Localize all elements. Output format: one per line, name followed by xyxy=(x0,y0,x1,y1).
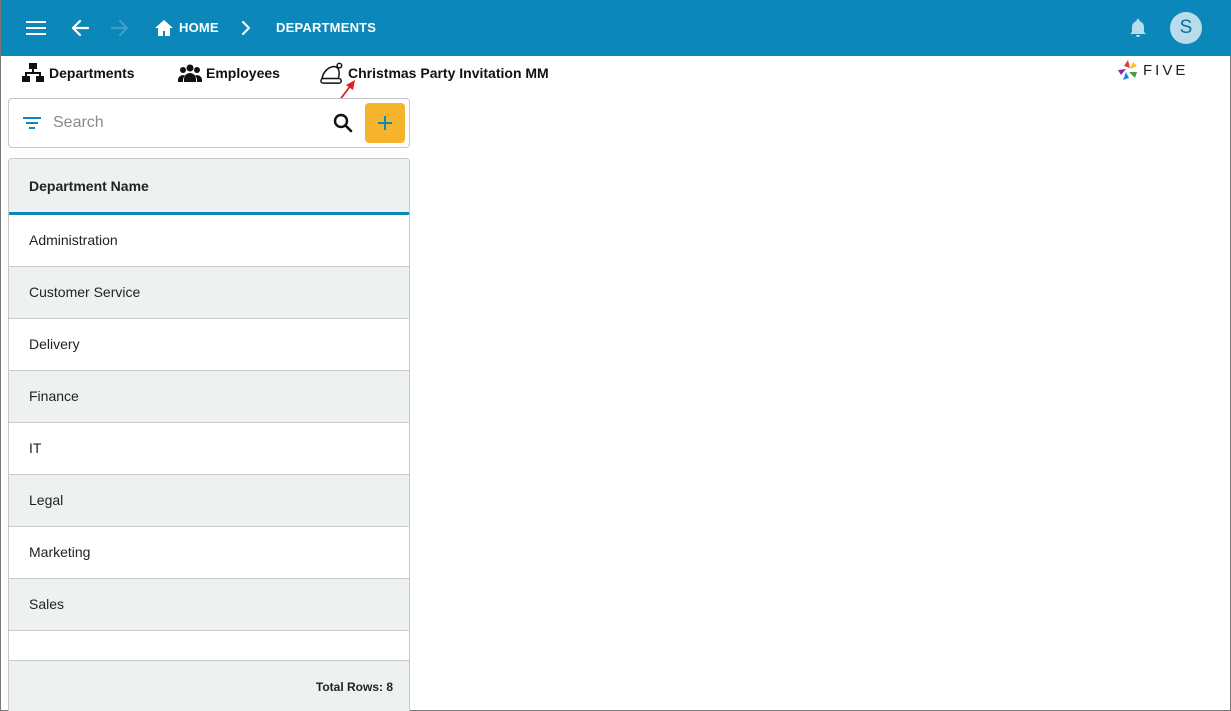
user-avatar[interactable]: S xyxy=(1170,12,1202,44)
filter-icon[interactable] xyxy=(21,112,43,134)
table-header[interactable]: Department Name xyxy=(9,159,409,215)
row-label: Delivery xyxy=(29,336,80,352)
table-row[interactable]: Finance xyxy=(9,371,409,423)
chevron-right-icon xyxy=(234,16,258,40)
total-rows-label: Total Rows: 8 xyxy=(315,680,393,694)
search-icon[interactable] xyxy=(331,111,355,135)
table-footer: Total Rows: 8 xyxy=(9,660,409,711)
search-bar xyxy=(8,98,410,148)
add-button[interactable] xyxy=(365,103,405,143)
breadcrumb-home[interactable]: HOME xyxy=(179,20,219,35)
row-label: IT xyxy=(29,440,42,456)
menu-item-label: Departments xyxy=(49,65,135,81)
five-logo-icon xyxy=(1118,60,1137,80)
menu-item-employees[interactable]: Employees xyxy=(178,60,280,86)
row-label: Sales xyxy=(29,596,65,612)
search-input[interactable] xyxy=(53,111,323,135)
table-row[interactable]: Delivery xyxy=(9,319,409,371)
plus-icon xyxy=(378,116,392,130)
table-row[interactable]: Customer Service xyxy=(9,267,409,319)
back-arrow-icon[interactable] xyxy=(68,16,92,40)
hamburger-menu-icon[interactable] xyxy=(24,16,48,40)
app-bar: HOME DEPARTMENTS S xyxy=(1,0,1231,56)
row-label: Marketing xyxy=(29,544,91,560)
menu-item-label: Christmas Party Invitation MM xyxy=(348,65,549,81)
table-row[interactable]: Marketing xyxy=(9,527,409,579)
people-group-icon xyxy=(178,61,202,85)
table-row[interactable]: Legal xyxy=(9,475,409,527)
table-row[interactable]: Sales xyxy=(9,579,409,631)
row-label: Finance xyxy=(29,388,79,404)
row-label: Administration xyxy=(29,232,118,248)
bell-icon[interactable] xyxy=(1126,16,1150,40)
five-logo: FIVE xyxy=(1117,58,1188,82)
menu-item-departments[interactable]: Departments xyxy=(21,60,135,86)
table-row[interactable]: Administration xyxy=(9,215,409,267)
row-label: Customer Service xyxy=(29,284,141,300)
column-header-department-name: Department Name xyxy=(29,178,149,194)
departments-table: Department Name Administration Customer … xyxy=(8,158,410,711)
sitemap-icon xyxy=(21,61,45,85)
row-label: Legal xyxy=(29,492,64,508)
home-icon[interactable] xyxy=(152,16,176,40)
table-row[interactable]: IT xyxy=(9,423,409,475)
logo-text: FIVE xyxy=(1143,61,1189,79)
menu-item-label: Employees xyxy=(206,65,280,81)
forward-arrow-icon[interactable] xyxy=(108,16,132,40)
breadcrumb-departments: DEPARTMENTS xyxy=(276,20,377,35)
app-window: HOME DEPARTMENTS S Departments Employees… xyxy=(0,0,1231,711)
